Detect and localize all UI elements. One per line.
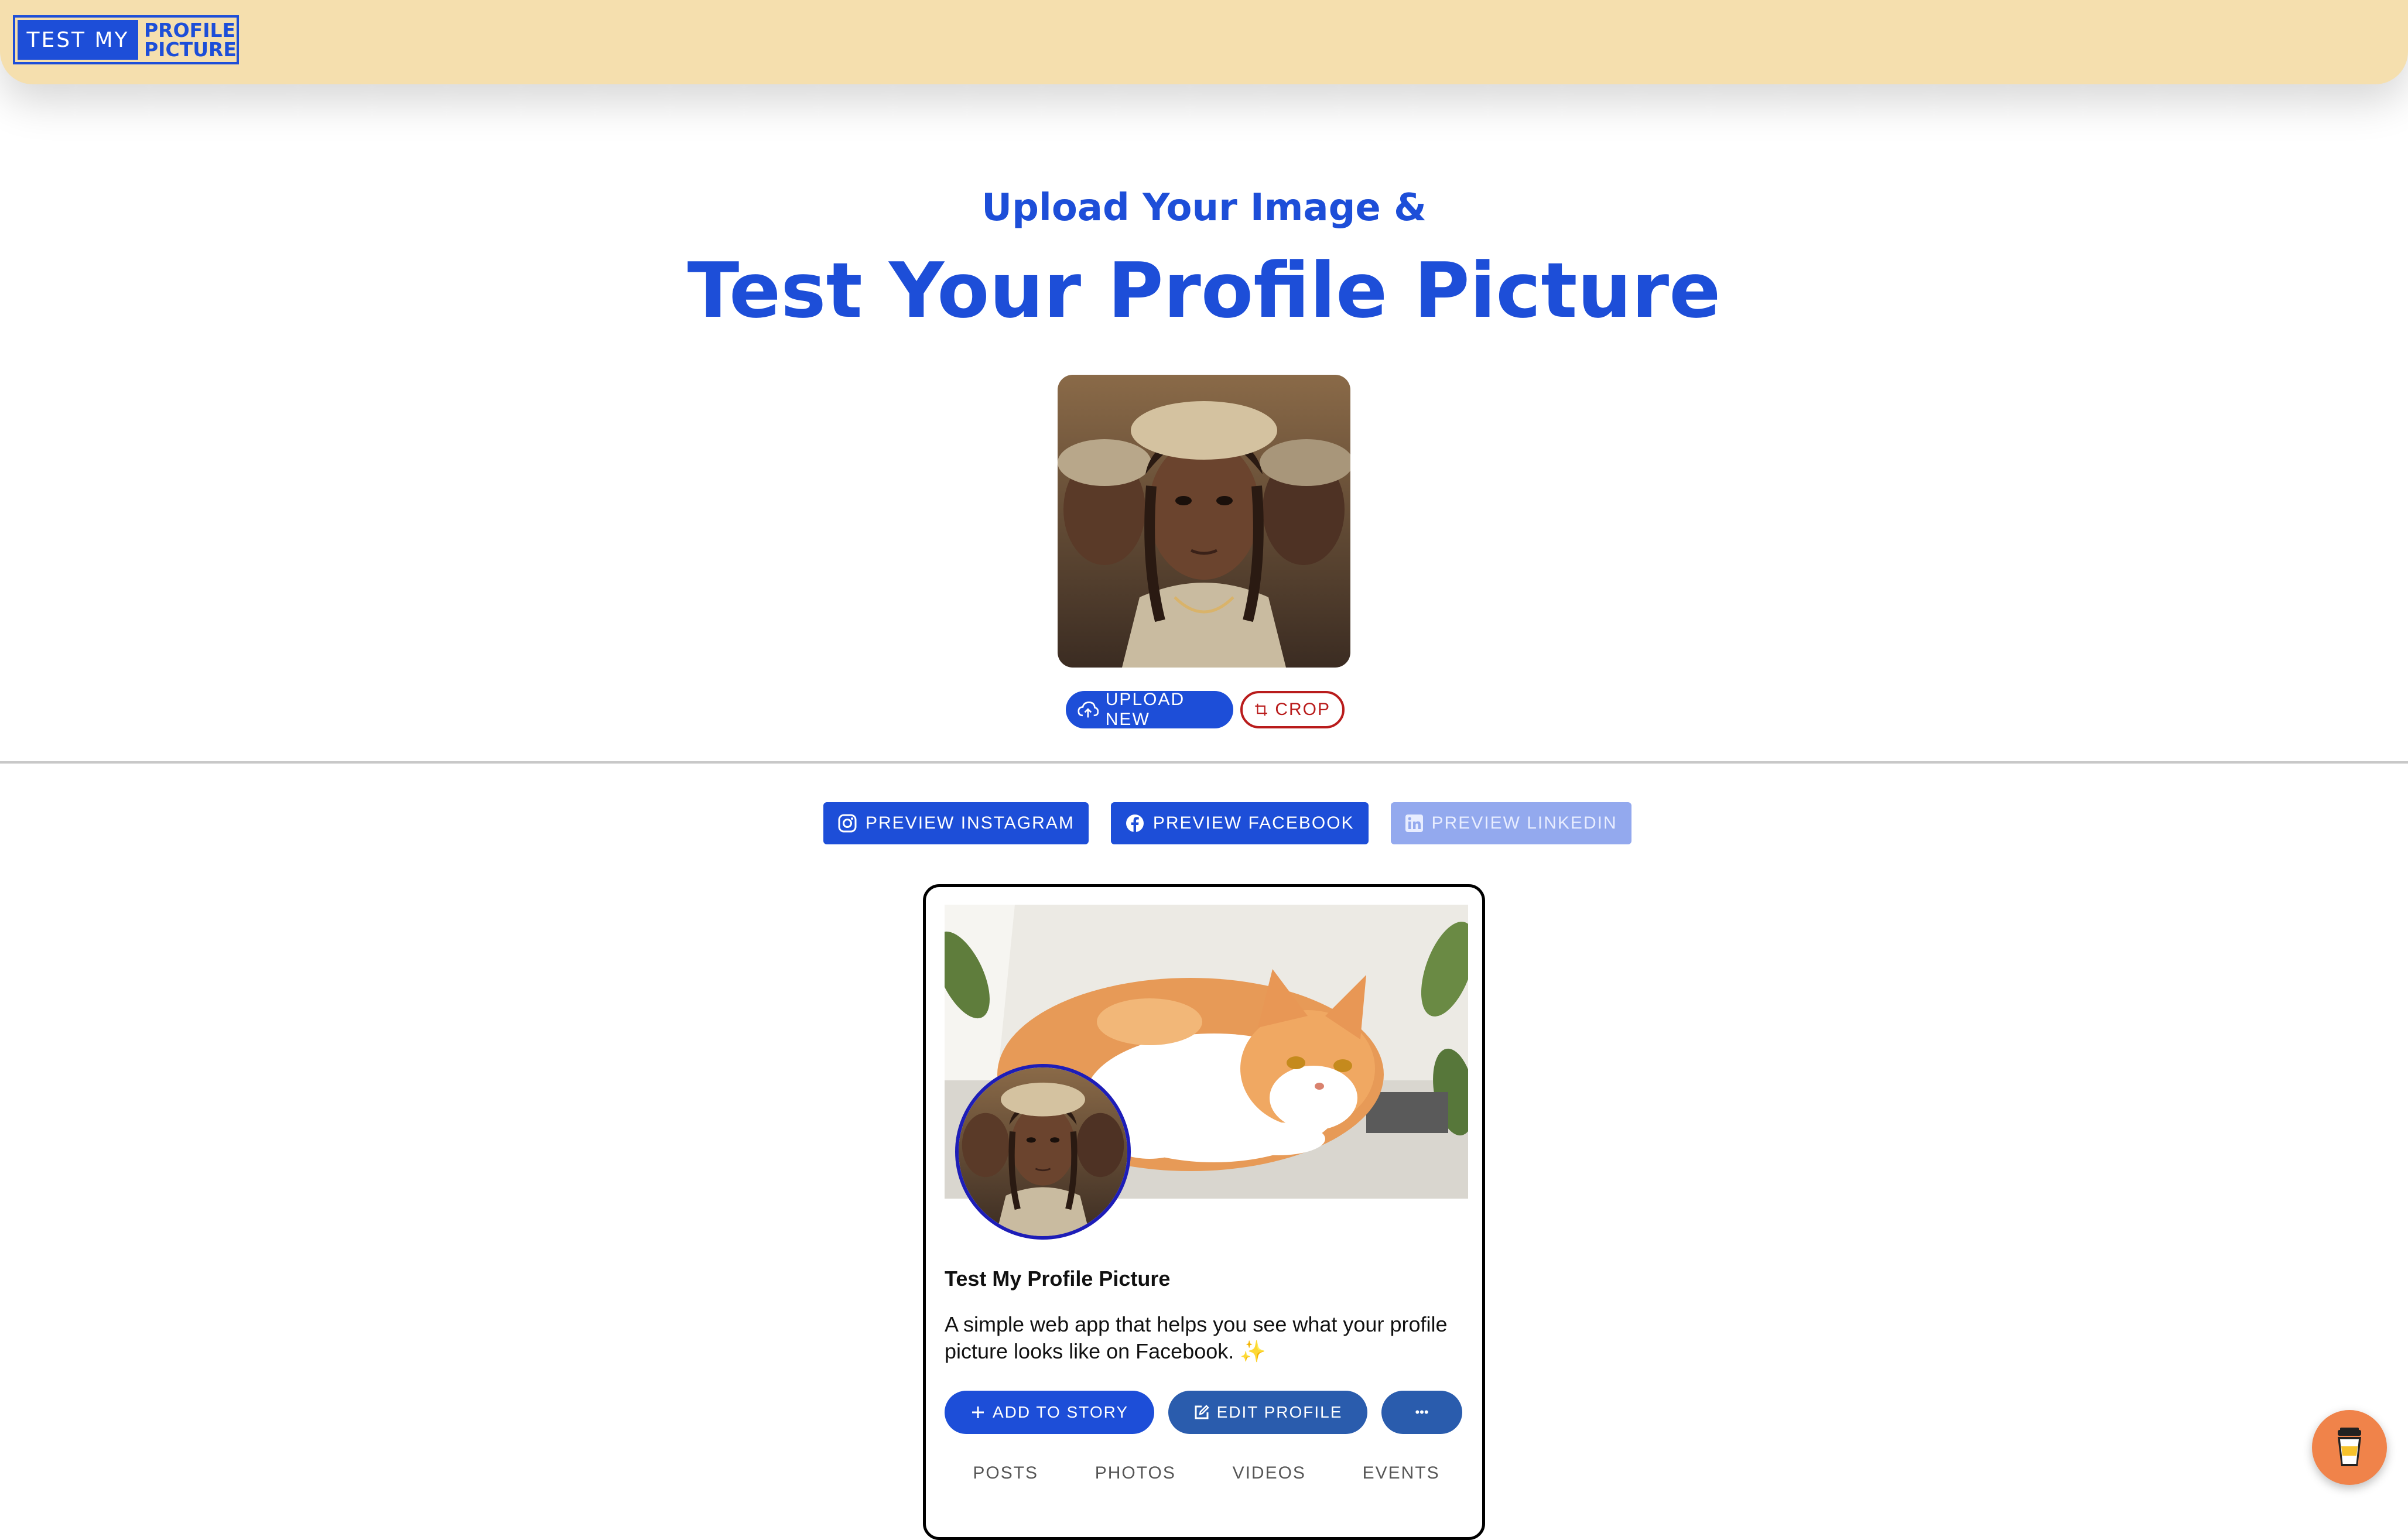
sparkle-emoji: ✨	[1240, 1339, 1267, 1363]
preview-facebook-button[interactable]: PREVIEW FACEBOOK	[1110, 802, 1369, 844]
buy-me-a-coffee-button[interactable]	[2312, 1410, 2387, 1485]
logo-line-picture: PICTURE	[144, 38, 237, 61]
tab-posts[interactable]: POSTS	[973, 1463, 1038, 1483]
profile-avatar	[955, 1064, 1131, 1240]
avatar-portrait	[959, 1067, 1127, 1236]
more-options-button[interactable]: •••	[1381, 1391, 1462, 1434]
tab-videos[interactable]: VIDEOS	[1233, 1463, 1306, 1483]
facebook-icon	[1126, 815, 1144, 832]
preview-instagram-button[interactable]: PREVIEW INSTAGRAM	[823, 802, 1089, 844]
facebook-preview-card: Test My Profile Picture A simple web app…	[923, 884, 1485, 1540]
linkedin-icon	[1405, 815, 1423, 832]
tab-events[interactable]: EVENTS	[1363, 1463, 1440, 1483]
edit-icon	[1195, 1405, 1209, 1419]
image-action-row: UPLOAD NEW CROP	[1066, 690, 1345, 729]
add-to-story-label: ADD TO STORY	[993, 1403, 1128, 1421]
plus-icon	[972, 1406, 984, 1418]
preview-tabs: PREVIEW INSTAGRAM PREVIEW FACEBOOK PREVI…	[823, 802, 1631, 844]
preview-instagram-label: PREVIEW INSTAGRAM	[866, 813, 1075, 833]
uploaded-profile-photo	[1058, 375, 1350, 668]
profile-tabs: POSTS PHOTOS VIDEOS EVENTS	[945, 1463, 1468, 1483]
crop-button[interactable]: CROP	[1240, 691, 1345, 728]
profile-bio: A simple web app that helps you see what…	[945, 1311, 1466, 1365]
crop-label: CROP	[1275, 700, 1330, 719]
hero-title: Test Your Profile Picture	[687, 246, 1721, 335]
logo-text-profile-picture: PROFILE PICTURE	[141, 18, 237, 62]
logo-text-test-my: TEST MY	[18, 20, 138, 60]
top-header: TEST MY PROFILE PICTURE	[0, 0, 2408, 84]
preview-facebook-label: PREVIEW FACEBOOK	[1152, 813, 1354, 833]
upload-new-button[interactable]: UPLOAD NEW	[1066, 690, 1233, 729]
edit-profile-label: EDIT PROFILE	[1216, 1403, 1343, 1421]
crop-icon	[1255, 703, 1267, 716]
coffee-cup-icon	[2338, 1428, 2361, 1466]
upload-new-label: UPLOAD NEW	[1105, 690, 1185, 729]
preview-linkedin-label: PREVIEW LINKEDIN	[1431, 813, 1617, 833]
hero-subtitle: Upload Your Image &	[981, 186, 1427, 230]
edit-profile-button[interactable]: EDIT PROFILE	[1168, 1391, 1367, 1434]
tab-photos[interactable]: PHOTOS	[1095, 1463, 1176, 1483]
preview-linkedin-button[interactable]: PREVIEW LINKEDIN	[1390, 802, 1631, 844]
app-logo[interactable]: TEST MY PROFILE PICTURE	[13, 15, 239, 64]
cloud-upload-icon	[1078, 701, 1099, 718]
more-options-icon: •••	[1415, 1405, 1429, 1419]
add-to-story-button[interactable]: ADD TO STORY	[945, 1391, 1154, 1434]
logo-line-profile: PROFILE	[144, 19, 236, 42]
section-divider	[0, 761, 2408, 764]
portrait-illustration	[1058, 375, 1350, 668]
profile-bio-text: A simple web app that helps you see what…	[945, 1312, 1448, 1363]
instagram-icon	[838, 814, 857, 833]
profile-actions: ADD TO STORY EDIT PROFILE •••	[945, 1391, 1462, 1434]
profile-name: Test My Profile Picture	[945, 1267, 1171, 1291]
